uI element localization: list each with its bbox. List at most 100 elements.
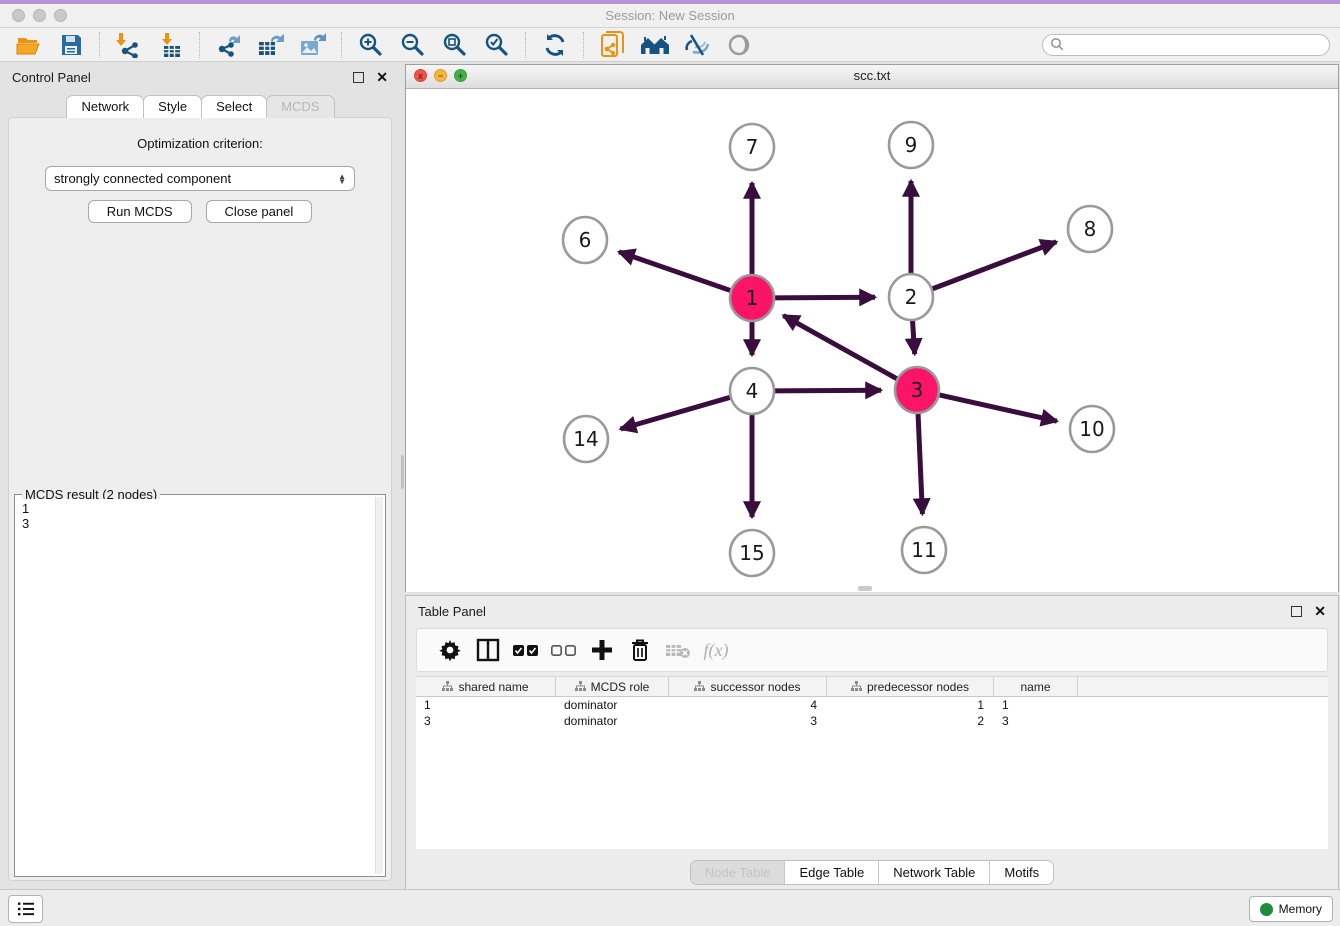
tab-select[interactable]: Select bbox=[201, 95, 267, 118]
table-options-icon[interactable] bbox=[431, 635, 469, 665]
show-graphics-details-icon[interactable] bbox=[723, 30, 755, 60]
memory-button[interactable]: Memory bbox=[1249, 896, 1333, 922]
show-task-history-button[interactable] bbox=[8, 895, 43, 923]
table-cell[interactable]: 1 bbox=[827, 697, 994, 713]
network-view-window: x − + scc.txt 7 9 6 8 1 2 4 3 14 10 15 11 bbox=[405, 64, 1339, 592]
refresh-layout-icon[interactable] bbox=[539, 30, 571, 60]
edge-3-11[interactable] bbox=[918, 410, 923, 514]
add-column-icon[interactable] bbox=[583, 635, 621, 665]
toolbar-separator bbox=[341, 32, 343, 58]
svg-text:11: 11 bbox=[911, 538, 936, 562]
search-icon bbox=[1050, 37, 1065, 52]
node-14[interactable]: 14 bbox=[564, 416, 608, 462]
open-session-icon[interactable] bbox=[13, 30, 45, 60]
node-7[interactable]: 7 bbox=[730, 124, 774, 170]
optimization-criterion-select[interactable]: strongly connected component ▲▼ bbox=[45, 166, 355, 191]
edge-4-14[interactable] bbox=[621, 397, 733, 429]
first-neighbors-icon[interactable] bbox=[639, 30, 671, 60]
chevron-up-down-icon: ▲▼ bbox=[338, 174, 346, 184]
svg-text:6: 6 bbox=[579, 228, 592, 252]
table-cell[interactable]: 3 bbox=[416, 713, 556, 729]
table-cell[interactable]: 2 bbox=[827, 713, 994, 729]
new-network-from-selection-icon[interactable] bbox=[597, 30, 629, 60]
table-row[interactable]: 3dominator323 bbox=[416, 713, 1328, 729]
node-4[interactable]: 4 bbox=[730, 368, 774, 414]
mcds-panel: Optimization criterion: strongly connect… bbox=[8, 117, 392, 881]
export-image-icon[interactable] bbox=[297, 30, 329, 60]
tab-edge-table[interactable]: Edge Table bbox=[785, 861, 879, 884]
edge-1-6[interactable] bbox=[619, 252, 733, 292]
tab-motifs[interactable]: Motifs bbox=[990, 861, 1053, 884]
delete-columns-icon[interactable] bbox=[621, 635, 659, 665]
table-cell[interactable]: 4 bbox=[669, 697, 827, 713]
table-tabs: Node TableEdge TableNetwork TableMotifs bbox=[406, 860, 1338, 885]
table-row[interactable]: 1dominator411 bbox=[416, 697, 1328, 713]
hide-graphics-details-icon[interactable] bbox=[681, 30, 713, 60]
mcds-result-item[interactable]: 3 bbox=[22, 516, 370, 531]
unselect-all-columns-icon[interactable] bbox=[545, 635, 583, 665]
panel-scrollbar-thumb[interactable] bbox=[401, 455, 404, 489]
node-9[interactable]: 9 bbox=[889, 122, 933, 168]
column-header-MCDS-role[interactable]: MCDS role bbox=[556, 677, 669, 696]
column-header-successor-nodes[interactable]: successor nodes bbox=[669, 677, 827, 696]
mcds-result-item[interactable]: 1 bbox=[22, 501, 370, 516]
memory-status-icon bbox=[1260, 903, 1273, 916]
run-mcds-button[interactable]: Run MCDS bbox=[88, 200, 192, 223]
edge-3-10[interactable] bbox=[937, 394, 1057, 421]
zoom-out-icon[interactable] bbox=[397, 30, 429, 60]
table-cell[interactable]: 3 bbox=[994, 713, 1078, 729]
table-cell[interactable]: 3 bbox=[669, 713, 827, 729]
tab-style[interactable]: Style bbox=[143, 95, 202, 118]
tab-mcds[interactable]: MCDS bbox=[266, 95, 334, 118]
import-table-icon[interactable] bbox=[155, 30, 187, 60]
tab-network-table[interactable]: Network Table bbox=[879, 861, 990, 884]
column-browser-icon[interactable] bbox=[469, 635, 507, 665]
tab-node-table[interactable]: Node Table bbox=[691, 861, 786, 884]
edge-2-3[interactable] bbox=[912, 317, 914, 354]
optimization-criterion-label: Optimization criterion: bbox=[9, 136, 391, 151]
save-session-icon[interactable] bbox=[55, 30, 87, 60]
node-6[interactable]: 6 bbox=[563, 217, 607, 263]
node-15[interactable]: 15 bbox=[730, 530, 774, 576]
tab-network[interactable]: Network bbox=[66, 95, 144, 118]
table-toolbar: f(x) bbox=[416, 628, 1328, 672]
float-panel-icon[interactable] bbox=[353, 72, 364, 83]
table-cell[interactable]: dominator bbox=[556, 697, 669, 713]
control-panel-header: Control Panel ✕ bbox=[0, 62, 400, 92]
edge-1-2[interactable] bbox=[772, 297, 875, 298]
edge-3-1[interactable] bbox=[783, 316, 899, 381]
search-input[interactable] bbox=[1065, 37, 1329, 53]
column-header-name[interactable]: name bbox=[994, 677, 1078, 696]
float-table-panel-icon[interactable] bbox=[1291, 606, 1302, 617]
zoom-selected-icon[interactable] bbox=[481, 30, 513, 60]
select-all-columns-icon[interactable] bbox=[507, 635, 545, 665]
network-canvas[interactable]: 7 9 6 8 1 2 4 3 14 10 15 11 bbox=[406, 89, 1338, 592]
column-header-predecessor-nodes[interactable]: predecessor nodes bbox=[827, 677, 994, 696]
result-scrollbar[interactable] bbox=[375, 497, 383, 874]
node-2[interactable]: 2 bbox=[889, 274, 933, 320]
export-table-icon[interactable] bbox=[255, 30, 287, 60]
edge-2-8[interactable] bbox=[930, 242, 1057, 290]
mcds-result-list[interactable]: 13 bbox=[17, 499, 375, 874]
import-network-icon[interactable] bbox=[113, 30, 145, 60]
close-panel-button[interactable]: Close panel bbox=[206, 200, 313, 223]
node-8[interactable]: 8 bbox=[1068, 206, 1112, 252]
node-10[interactable]: 10 bbox=[1070, 406, 1114, 452]
export-network-icon[interactable] bbox=[213, 30, 245, 60]
table-cell[interactable]: 1 bbox=[994, 697, 1078, 713]
canvas-hscroll-thumb[interactable] bbox=[858, 586, 872, 591]
table-panel-title: Table Panel bbox=[418, 604, 1291, 619]
table-cell[interactable]: dominator bbox=[556, 713, 669, 729]
zoom-in-icon[interactable] bbox=[355, 30, 387, 60]
network-window-titlebar[interactable]: x − + scc.txt bbox=[406, 65, 1338, 89]
column-header-shared-name[interactable]: shared name bbox=[416, 677, 556, 696]
close-table-panel-icon[interactable]: ✕ bbox=[1314, 607, 1326, 616]
search-field[interactable] bbox=[1042, 34, 1330, 56]
node-11[interactable]: 11 bbox=[902, 527, 946, 573]
edge-4-3[interactable] bbox=[772, 390, 881, 391]
zoom-fit-icon[interactable] bbox=[439, 30, 471, 60]
node-3[interactable]: 3 bbox=[895, 367, 939, 413]
node-1[interactable]: 1 bbox=[730, 275, 774, 321]
close-panel-icon[interactable]: ✕ bbox=[376, 73, 388, 82]
table-cell[interactable]: 1 bbox=[416, 697, 556, 713]
